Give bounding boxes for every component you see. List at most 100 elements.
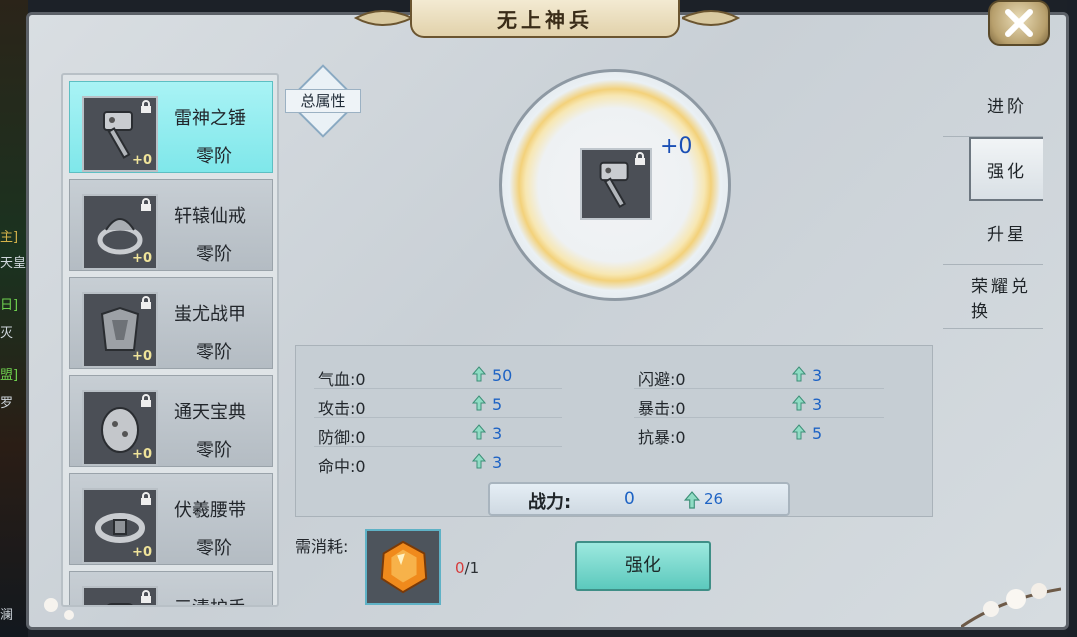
- list-item[interactable]: +0 轩辕仙戒 零阶: [69, 179, 273, 271]
- arrow-up-icon: [792, 424, 806, 440]
- list-item[interactable]: +0 三清护手: [69, 571, 273, 605]
- stat-dodge: 闪避:0: [638, 370, 686, 389]
- item-level: +0: [132, 545, 152, 560]
- close-button[interactable]: [988, 0, 1050, 46]
- lock-icon: [141, 296, 151, 309]
- arrow-up-icon: [684, 491, 700, 509]
- combat-power-bar: 战力: 0 26: [488, 482, 790, 516]
- tab-label: 荣耀兑换: [971, 276, 1031, 322]
- stat-attack-increase: 5: [492, 395, 503, 414]
- page-title: 无上神兵: [497, 7, 593, 32]
- stat-hp-increase: 50: [492, 366, 513, 385]
- bg-text-7: 澜: [0, 608, 14, 623]
- item-name: 通天宝典: [174, 402, 246, 423]
- stat-crit-resist-increase: 5: [812, 424, 823, 443]
- bg-text-4: 灭: [0, 326, 14, 341]
- bg-text-2: 天皇: [0, 256, 27, 271]
- divider: [634, 388, 884, 389]
- lock-icon: [141, 198, 151, 211]
- stat-crit-increase: 3: [812, 395, 823, 414]
- item-level: +0: [132, 153, 152, 168]
- item-rank: 零阶: [196, 244, 232, 265]
- list-item[interactable]: +0 通天宝典 零阶: [69, 375, 273, 467]
- lock-icon: [141, 394, 151, 407]
- item-name: 伏羲腰带: [174, 500, 246, 521]
- item-rank: 零阶: [196, 342, 232, 363]
- title-ornament-left: [353, 10, 412, 26]
- item-thumbnail: +0: [82, 194, 158, 270]
- item-level: +0: [132, 447, 152, 462]
- tab-advance[interactable]: 进阶: [943, 73, 1043, 137]
- divider: [314, 417, 562, 418]
- stat-defense: 防御:0: [318, 428, 366, 447]
- item-thumbnail: +0: [82, 586, 158, 605]
- tab-label: 进阶: [987, 97, 1027, 117]
- item-thumbnail: +0: [82, 390, 158, 466]
- item-name: 雷神之锤: [174, 108, 246, 129]
- stat-defense-increase: 3: [492, 424, 503, 443]
- tab-label: 升星: [987, 225, 1027, 245]
- divider: [314, 446, 562, 447]
- item-name: 轩辕仙戒: [174, 206, 246, 227]
- material-slot[interactable]: [365, 529, 441, 605]
- item-thumbnail: +0: [82, 292, 158, 368]
- stats-box: 气血:0 50 攻击:0 5 防御:0 3 命中:0 3 闪避:0 3 暴击:0…: [295, 345, 933, 517]
- arrow-up-icon: [472, 453, 486, 469]
- combat-power-label: 战力:: [528, 492, 572, 513]
- combat-power-increase: 26: [704, 490, 724, 508]
- list-item[interactable]: +0 蚩尤战甲 零阶: [69, 277, 273, 369]
- blossom-decoration: [44, 598, 74, 620]
- item-rank: 零阶: [196, 538, 232, 559]
- bg-text-6: 罗: [0, 396, 14, 411]
- background-left-strip: 主] 天皇 日] 灭 盟] 罗 澜: [0, 0, 28, 637]
- list-item[interactable]: +0 伏羲腰带 零阶: [69, 473, 273, 565]
- side-tabs: 进阶 强化 升星 荣耀兑换: [943, 73, 1043, 329]
- item-thumbnail: +0: [82, 96, 158, 172]
- lock-icon: [141, 590, 151, 603]
- arrow-up-icon: [472, 424, 486, 440]
- arrow-up-icon: [792, 366, 806, 382]
- equipment-list[interactable]: +0 雷神之锤 零阶 +0 轩辕仙戒 零阶 +0 蚩尤战甲 零阶 +0 通天宝典…: [61, 73, 279, 607]
- bg-text-3: 日]: [0, 298, 19, 313]
- stat-crit: 暴击:0: [638, 399, 686, 418]
- title-ornament-right: [682, 10, 741, 26]
- arrow-up-icon: [472, 395, 486, 411]
- cost-label: 需消耗:: [295, 537, 349, 556]
- tab-star-up[interactable]: 升星: [943, 201, 1043, 265]
- orange-gem-icon: [380, 540, 428, 594]
- arrow-up-icon: [472, 366, 486, 382]
- list-item[interactable]: +0 雷神之锤 零阶: [69, 81, 273, 173]
- item-level: +0: [132, 349, 152, 364]
- tab-glory-exchange[interactable]: 荣耀兑换: [943, 265, 1043, 329]
- item-thumbnail: +0: [82, 488, 158, 564]
- stat-crit-resist: 抗暴:0: [638, 428, 686, 447]
- total-attributes-button[interactable]: 总属性: [285, 64, 361, 138]
- enhance-button[interactable]: 强化: [575, 541, 711, 591]
- close-icon: [1005, 9, 1033, 37]
- weapon-panel: +0 雷神之锤 零阶 +0 轩辕仙戒 零阶 +0 蚩尤战甲 零阶 +0 通天宝典…: [26, 12, 1069, 630]
- selected-weapon-slot[interactable]: [580, 148, 652, 220]
- tab-label: 强化: [987, 161, 1027, 182]
- divider: [634, 417, 884, 418]
- tab-enhance[interactable]: 强化: [969, 137, 1043, 201]
- divider: [314, 388, 562, 389]
- enhance-level: +0: [660, 134, 693, 159]
- material-count: 0/1: [455, 559, 480, 577]
- stat-dodge-increase: 3: [812, 366, 823, 385]
- lock-icon: [635, 152, 645, 165]
- title-banner: 无上神兵: [410, 0, 680, 38]
- item-name: 三清护手: [174, 594, 246, 605]
- item-level: +0: [132, 251, 152, 266]
- stat-attack: 攻击:0: [318, 399, 366, 418]
- stat-hp: 气血:0: [318, 370, 366, 389]
- item-name: 蚩尤战甲: [174, 304, 246, 325]
- bg-text-1: 主]: [0, 230, 19, 245]
- blossom-decoration: [961, 583, 1061, 627]
- total-attributes-label: 总属性: [285, 89, 361, 113]
- enhance-orb: +0: [499, 69, 731, 301]
- item-rank: 零阶: [196, 440, 232, 461]
- item-rank: 零阶: [196, 146, 232, 167]
- stat-hit-increase: 3: [492, 453, 503, 472]
- lock-icon: [141, 100, 151, 113]
- lock-icon: [141, 492, 151, 505]
